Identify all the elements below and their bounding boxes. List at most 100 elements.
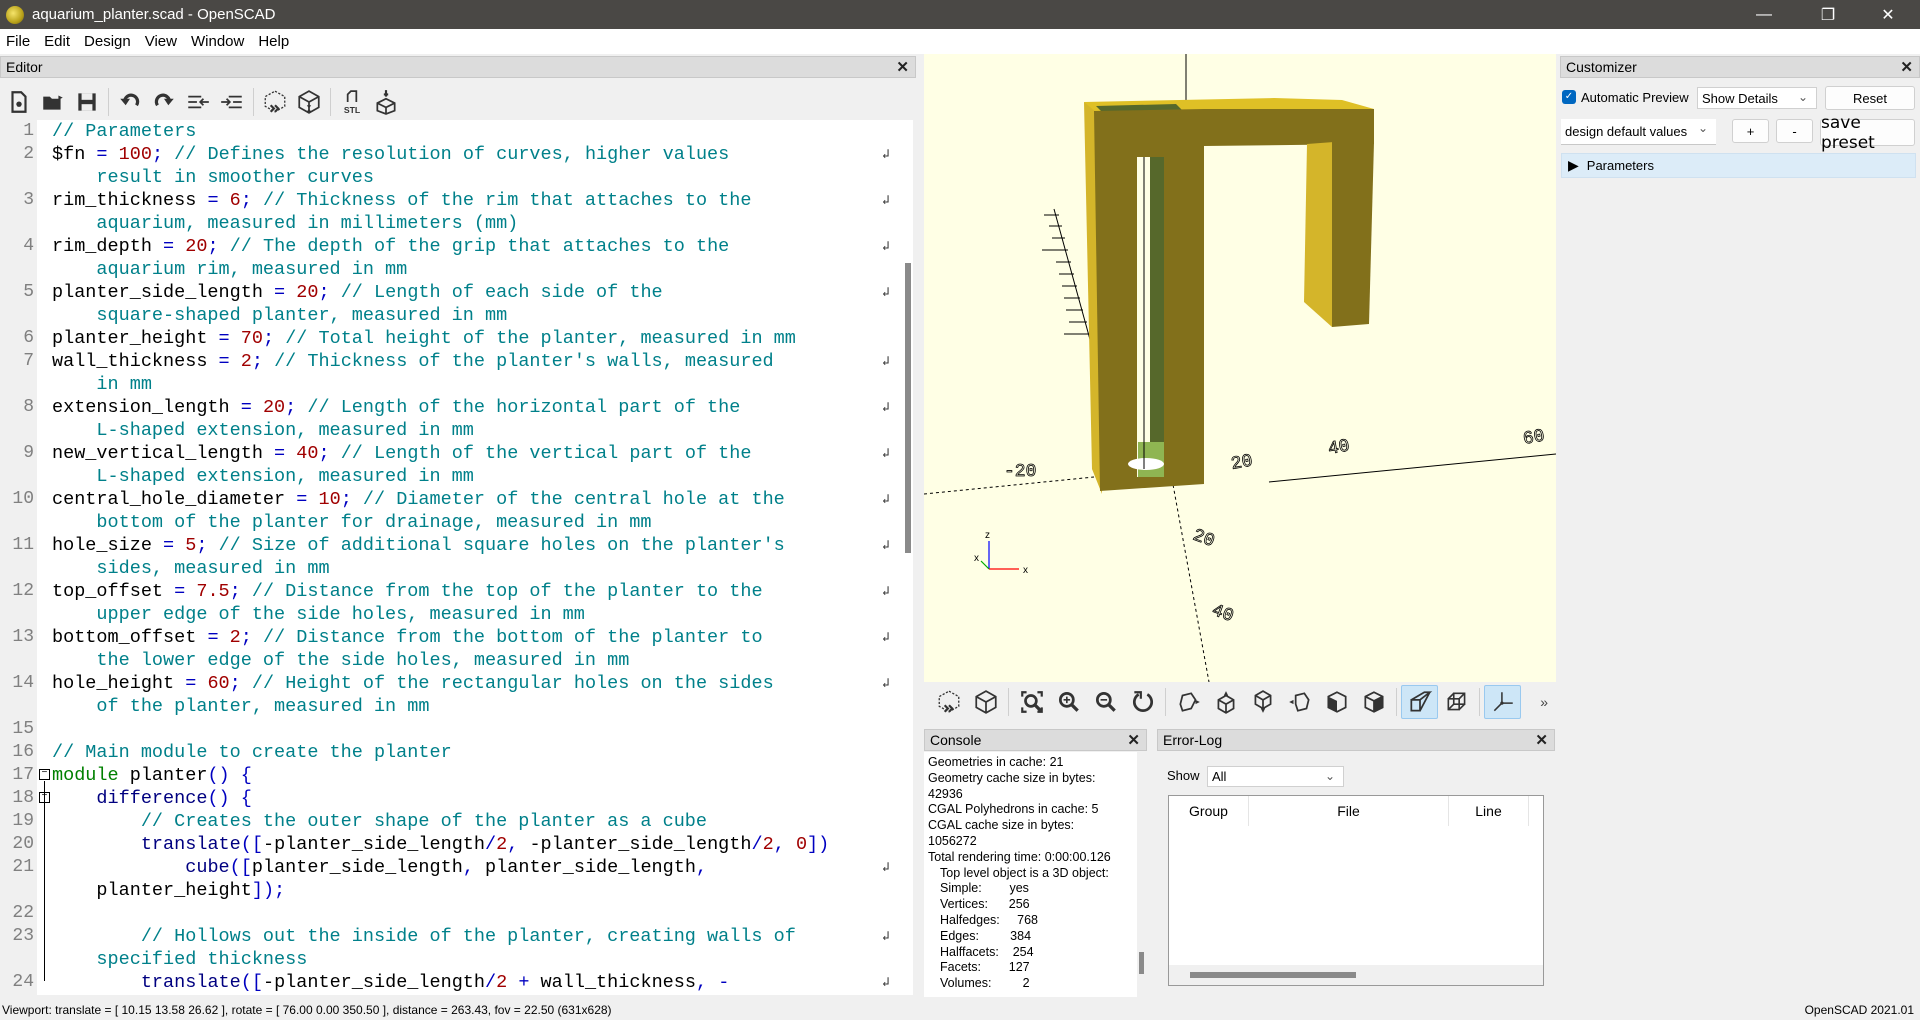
add-preset-button[interactable]: + — [1732, 119, 1769, 143]
3d-viewport[interactable]: -20 20 40 60 20 40 z x x — [924, 54, 1556, 682]
orthogonal-button[interactable] — [1438, 685, 1475, 719]
code-line[interactable]: the lower edge of the side holes, measur… — [0, 649, 900, 672]
menu-edit[interactable]: Edit — [37, 33, 77, 50]
vp-preview-button[interactable] — [930, 685, 967, 719]
code-line[interactable]: 19 // Creates the outer shape of the pla… — [0, 810, 900, 833]
error-log-hscrollbar[interactable] — [1190, 972, 1356, 978]
undo-button[interactable] — [113, 85, 147, 119]
menu-view[interactable]: View — [138, 33, 184, 50]
zoom-out-button[interactable] — [1087, 685, 1124, 719]
close-console-button[interactable]: ✕ — [1127, 731, 1140, 749]
code-line[interactable]: square-shaped planter, measured in mm — [0, 304, 900, 327]
code-line[interactable]: 6 planter_height = 70; // Total height of… — [0, 327, 900, 350]
code-line[interactable]: 23 // Hollows out the inside of the plan… — [0, 925, 900, 948]
view-all-button[interactable] — [1013, 685, 1050, 719]
redo-button[interactable] — [147, 85, 181, 119]
code-line[interactable]: L-shaped extension, measured in mm — [0, 419, 900, 442]
code-line[interactable]: 21 cube([planter_side_length, planter_si… — [0, 856, 900, 879]
view-left-button[interactable] — [1281, 685, 1318, 719]
fold-toggle-icon[interactable]: − — [39, 769, 50, 780]
save-file-button[interactable] — [70, 85, 104, 119]
parameters-section[interactable]: ▶ Parameters — [1561, 153, 1916, 178]
preset-select[interactable]: design default values ⌄ — [1561, 119, 1716, 145]
menu-file[interactable]: File — [0, 33, 37, 50]
code-line[interactable]: 20 translate([-planter_side_length/2, -p… — [0, 833, 900, 856]
code-line[interactable]: 10 central_hole_diameter = 10; // Diamete… — [0, 488, 900, 511]
code-line[interactable]: 2 $fn = 100; // Defines the resolution of… — [0, 143, 900, 166]
column-header-line[interactable]: Line — [1449, 796, 1529, 826]
console-scrollbar[interactable] — [1139, 952, 1144, 974]
code-line[interactable]: planter_height]); — [0, 879, 900, 902]
code-line[interactable]: result in smoother curves — [0, 166, 900, 189]
show-filter-select[interactable]: All ⌄ — [1207, 766, 1344, 787]
code-line[interactable]: 4 rim_depth = 20; // The depth of the gri… — [0, 235, 900, 258]
reset-view-button[interactable] — [1124, 685, 1161, 719]
zoom-in-button[interactable] — [1050, 685, 1087, 719]
code-line[interactable]: 1 // Parameters — [0, 120, 900, 143]
code-line[interactable]: 7 wall_thickness = 2; // Thickness of the… — [0, 350, 900, 373]
view-bottom-button[interactable] — [1244, 685, 1281, 719]
render-button[interactable] — [292, 85, 326, 119]
close-editor-button[interactable]: ✕ — [896, 58, 909, 76]
view-top-button[interactable] — [1207, 685, 1244, 719]
reset-button[interactable]: Reset — [1825, 86, 1915, 110]
code-line[interactable]: of the planter, measured in mm — [0, 695, 900, 718]
code-line[interactable]: 22 — [0, 902, 900, 925]
vp-render-button[interactable] — [967, 685, 1004, 719]
perspective-button[interactable] — [1401, 685, 1438, 719]
code-line[interactable]: 13 bottom_offset = 2; // Distance from th… — [0, 626, 900, 649]
editor-scrollbar[interactable] — [905, 263, 911, 553]
minimize-button[interactable]: — — [1736, 0, 1792, 29]
code-area[interactable]: 1 // Parameters 2 $fn = 100; // Defines the… — [0, 120, 900, 994]
code-line[interactable]: 12 top_offset = 7.5; // Distance from the… — [0, 580, 900, 603]
toolbar-separator — [1396, 688, 1397, 716]
menu-help[interactable]: Help — [251, 33, 296, 50]
view-back-button[interactable] — [1355, 685, 1392, 719]
open-file-button[interactable] — [36, 85, 70, 119]
column-header-file[interactable]: File — [1249, 796, 1449, 826]
details-select[interactable]: Show Details ⌄ — [1697, 87, 1817, 109]
restore-button[interactable]: ❐ — [1800, 0, 1856, 29]
code-line[interactable]: in mm — [0, 373, 900, 396]
export-stl-button[interactable]: STL — [335, 85, 369, 119]
view-front-button[interactable] — [1318, 685, 1355, 719]
remove-preset-button[interactable]: - — [1776, 119, 1813, 143]
code-line[interactable]: upper edge of the side holes, measured i… — [0, 603, 900, 626]
show-filter-label: Show — [1167, 768, 1200, 783]
unindent-button[interactable] — [181, 85, 215, 119]
code-line[interactable]: specified thickness — [0, 948, 900, 971]
code-line[interactable]: 5 planter_side_length = 20; // Length of … — [0, 281, 900, 304]
code-line[interactable]: bottom of the planter for drainage, meas… — [0, 511, 900, 534]
code-line[interactable]: 18 difference() {− — [0, 787, 900, 810]
code-line[interactable]: aquarium, measured in millimeters (mm) — [0, 212, 900, 235]
code-editor[interactable]: 1 // Parameters 2 $fn = 100; // Defines the… — [0, 120, 913, 995]
close-window-button[interactable]: ✕ — [1860, 0, 1916, 29]
code-line[interactable]: 3 rim_thickness = 6; // Thickness of the … — [0, 189, 900, 212]
code-line[interactable]: 16 // Main module to create the planter — [0, 741, 900, 764]
view-right-button[interactable] — [1170, 685, 1207, 719]
code-line[interactable]: 14 hole_height = 60; // Height of the rec… — [0, 672, 900, 695]
column-header-group[interactable]: Group — [1169, 796, 1249, 826]
show-axes-button[interactable] — [1484, 685, 1521, 719]
status-bar: Viewport: translate = [ 10.15 13.58 26.6… — [0, 999, 1920, 1020]
code-line[interactable]: 24 translate([-planter_side_length/2 + w… — [0, 971, 900, 994]
code-line[interactable]: 11 hole_size = 5; // Size of additional s… — [0, 534, 900, 557]
send-to-print-button[interactable] — [369, 85, 403, 119]
code-line[interactable]: 9 new_vertical_length = 40; // Length of … — [0, 442, 900, 465]
code-line[interactable]: 17 module planter() {− — [0, 764, 900, 787]
code-line[interactable]: aquarium rim, measured in mm — [0, 258, 900, 281]
new-file-button[interactable] — [2, 85, 36, 119]
save-preset-button[interactable]: save preset — [1820, 113, 1915, 153]
code-line[interactable]: L-shaped extension, measured in mm — [0, 465, 900, 488]
preview-button[interactable] — [258, 85, 292, 119]
menu-window[interactable]: Window — [184, 33, 251, 50]
code-line[interactable]: sides, measured in mm — [0, 557, 900, 580]
code-line[interactable]: 15 — [0, 718, 900, 741]
menu-design[interactable]: Design — [77, 33, 138, 50]
automatic-preview-checkbox[interactable]: ✓ — [1562, 90, 1576, 104]
close-error-log-button[interactable]: ✕ — [1535, 731, 1548, 749]
close-customizer-button[interactable]: ✕ — [1900, 58, 1913, 76]
more-tools-chevron-icon[interactable]: » — [1540, 694, 1548, 710]
indent-button[interactable] — [215, 85, 249, 119]
code-line[interactable]: 8 extension_length = 20; // Length of the… — [0, 396, 900, 419]
